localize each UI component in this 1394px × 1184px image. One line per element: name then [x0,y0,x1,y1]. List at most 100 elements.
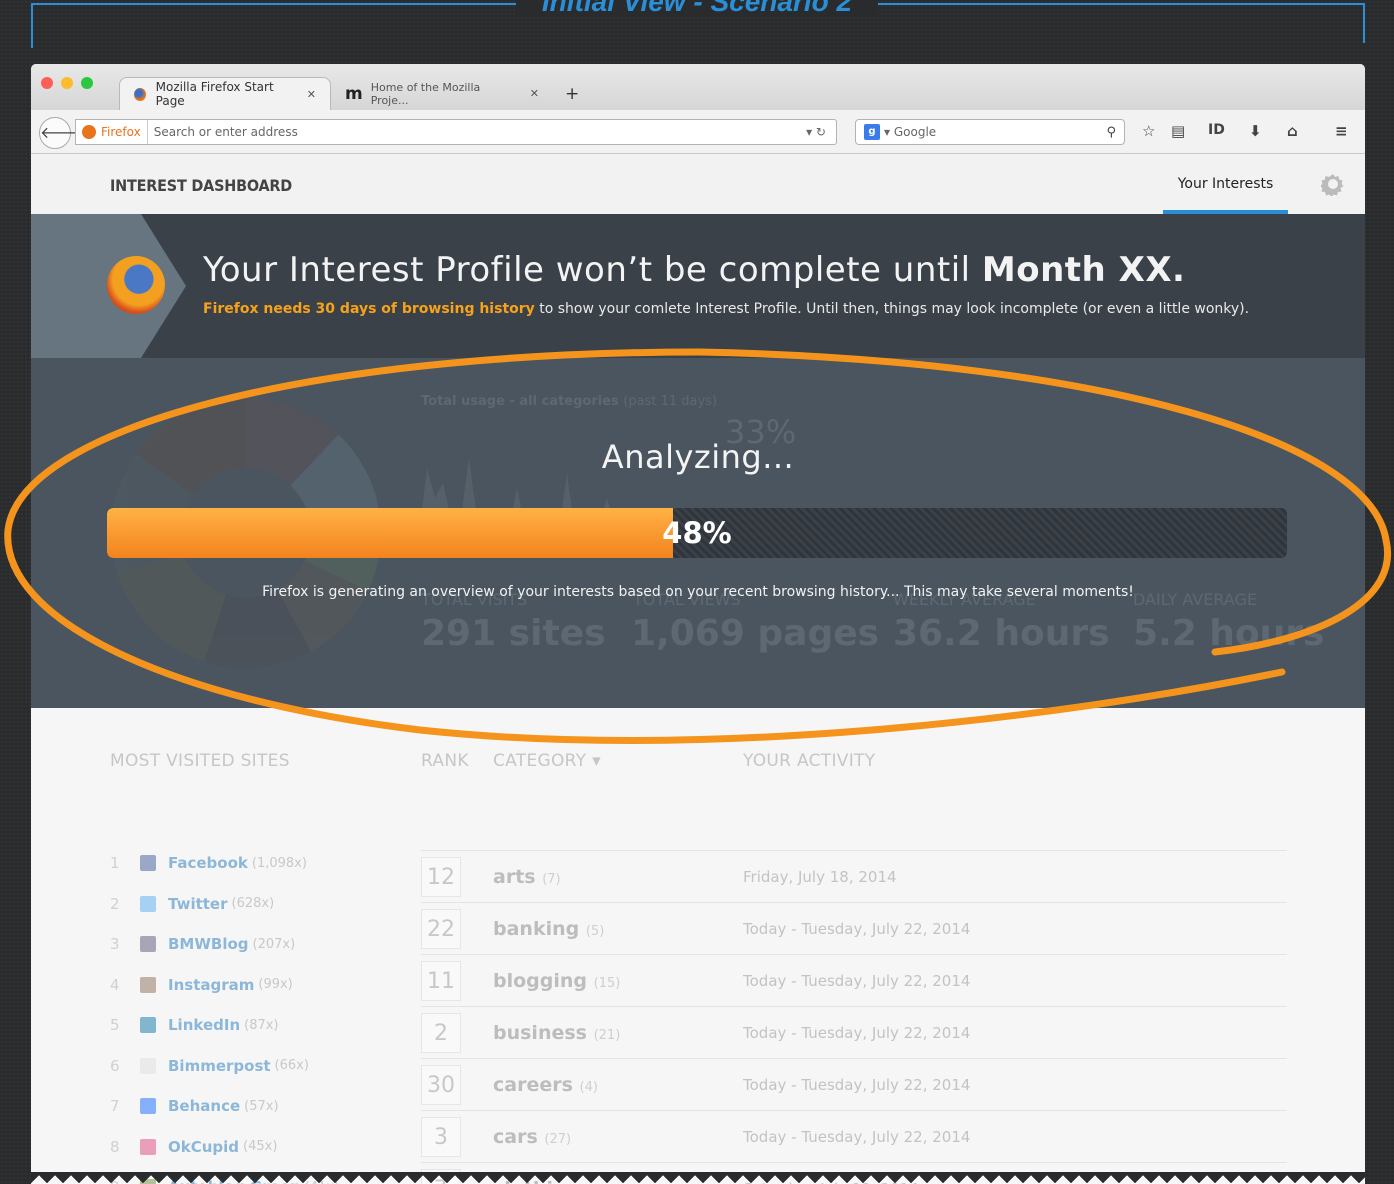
firefox-favicon-icon [134,87,146,101]
url-bar[interactable]: Firefox Search or enter address ▾ ↻ [75,119,837,145]
category-name[interactable]: cars (27) [493,1126,743,1148]
site-count: (45x) [243,1139,278,1154]
search-icon[interactable]: ⚲ [1106,125,1116,140]
category-name[interactable]: blogging (15) [493,970,743,992]
gear-icon[interactable] [1321,172,1345,196]
analysis-message: Firefox is generating an overview of you… [262,584,1134,600]
category-count: (21) [593,1027,621,1043]
download-icon[interactable]: ⬇ [1249,122,1262,140]
category-activity: Today - Tuesday, July 22, 2014 [743,971,971,990]
most-visited-header: MOST VISITED SITES [110,751,290,771]
table-row[interactable]: 30 careers (4) Today - Tuesday, July 22, 2… [421,1058,1287,1110]
background-chart-title: Total usage - all categories (past 11 da… [421,394,718,409]
table-row[interactable]: 12 arts (7) Friday, July 18, 2014 [421,850,1287,902]
site-name-link[interactable]: Bimmerpost [168,1057,271,1075]
close-tab-icon[interactable]: ✕ [307,88,316,101]
tab-firefox-start[interactable]: Mozilla Firefox Start Page ✕ [119,77,331,110]
rank-header[interactable]: RANK [421,751,469,771]
category-name[interactable]: arts (7) [493,866,743,888]
reload-icon[interactable]: ▾ ↻ [806,125,836,139]
category-activity: Friday, July 18, 2014 [743,867,897,886]
list-item[interactable]: 4 Instagram (99x) [110,976,293,994]
site-rank: 2 [110,894,120,913]
bookmarks-menu-icon[interactable]: ▤ [1171,122,1185,140]
site-count: (207x) [252,936,296,952]
incomplete-profile-banner: Your Interest Profile won’t be complete … [31,214,1365,358]
site-count: (1,098x) [251,855,307,871]
progress-percent: 48% [662,516,732,550]
list-item[interactable]: 3 BMWBlog (207x) [110,935,295,953]
site-rank: 3 [110,935,120,953]
site-count: (87x) [244,1017,279,1033]
torn-edge [31,1172,1365,1184]
site-count: (66x) [274,1058,309,1073]
list-item[interactable]: 6 Bimmerpost (66x) [110,1057,309,1075]
stat-value-visits: 291 sites [421,613,606,654]
banner-headline: Your Interest Profile won’t be complete … [203,250,1186,290]
home-icon[interactable]: ⌂ [1287,122,1298,140]
category-count: (27) [544,1131,572,1147]
site-name-link[interactable]: OkCupid [168,1138,239,1156]
mozilla-m-icon: m [345,83,363,104]
frame-title: Initial View - Scenario 2 [0,0,1394,18]
close-tab-icon[interactable]: ✕ [530,87,539,100]
category-name[interactable]: careers (4) [493,1074,743,1096]
site-name-link[interactable]: Behance [168,1097,240,1115]
site-identity[interactable]: Firefox [76,120,148,144]
tab-label: Mozilla Firefox Start Page [155,80,274,108]
zoom-window-button[interactable] [81,77,93,89]
category-name[interactable]: business (21) [493,1022,743,1044]
site-rank: 6 [110,1056,120,1075]
list-item[interactable]: 2 Twitter (628x) [110,895,274,913]
category-rank: 3 [421,1116,461,1157]
minimize-window-button[interactable] [61,77,73,89]
site-name-link[interactable]: LinkedIn [168,1016,240,1034]
bookmark-star-icon[interactable]: ☆ [1142,122,1155,140]
menu-icon[interactable]: ≡ [1335,122,1348,140]
category-rank: 22 [421,908,461,949]
url-input[interactable]: Search or enter address [148,125,806,139]
site-name-link[interactable]: BMWBlog [168,935,249,953]
new-tab-button[interactable]: + [551,77,593,110]
category-rank: 30 [421,1064,461,1105]
category-count: (5) [585,923,605,939]
site-rank: 7 [110,1097,120,1115]
table-row[interactable]: 22 banking (5) Today - Tuesday, July 22, 2… [421,902,1287,954]
interest-lists: MOST VISITED SITES RANK CATEGORY ▾ YOUR … [31,708,1365,1184]
list-item[interactable]: 8 OkCupid (45x) [110,1138,277,1156]
category-count: (4) [579,1079,598,1095]
id-icon[interactable]: ID [1208,122,1225,138]
table-row[interactable]: 2 business (21) Today - Tuesday, July 22, … [421,1006,1287,1058]
site-favicon-icon [140,976,156,993]
category-count: (15) [593,975,621,991]
table-row[interactable]: 11 blogging (15) Today - Tuesday, July 22,… [421,954,1287,1006]
site-favicon-icon [140,895,156,912]
category-header[interactable]: CATEGORY ▾ [493,751,601,771]
close-window-button[interactable] [41,77,53,89]
site-rank: 4 [110,975,120,994]
tab-mozilla-home[interactable]: m Home of the Mozilla Proje... ✕ [331,77,553,110]
google-icon[interactable]: g [864,124,880,140]
site-name-link[interactable]: Instagram [168,976,254,994]
stat-value-daily: 5.2 hours [1133,613,1325,654]
stat-value-views: 1,069 pages [631,613,880,654]
category-count: (7) [542,871,561,887]
list-item[interactable]: 5 LinkedIn (87x) [110,1016,279,1034]
table-row[interactable]: 3 cars (27) Today - Tuesday, July 22, 2014 [421,1110,1287,1162]
app-title: INTEREST DASHBOARD [110,176,293,195]
category-activity: Today - Tuesday, July 22, 2014 [743,1023,971,1042]
list-item[interactable]: 7 Behance (57x) [110,1097,279,1115]
analysis-progress-bar: 48% [107,508,1287,558]
tab-your-interests[interactable]: Your Interests [1163,154,1288,214]
site-rank: 5 [110,1016,120,1034]
site-favicon-icon [140,1017,156,1033]
category-activity: Today - Tuesday, July 22, 2014 [743,1127,971,1146]
back-button[interactable]: 🡐 [39,117,83,149]
search-bar[interactable]: g ▾ Google ⚲ [855,119,1125,145]
list-item[interactable]: 1 Facebook (1,098x) [110,854,307,872]
category-name[interactable]: banking (5) [493,918,743,940]
site-name-link[interactable]: Twitter [168,895,228,913]
site-favicon-icon [140,855,156,871]
site-favicon-icon [140,1098,156,1114]
site-name-link[interactable]: Facebook [168,854,248,872]
